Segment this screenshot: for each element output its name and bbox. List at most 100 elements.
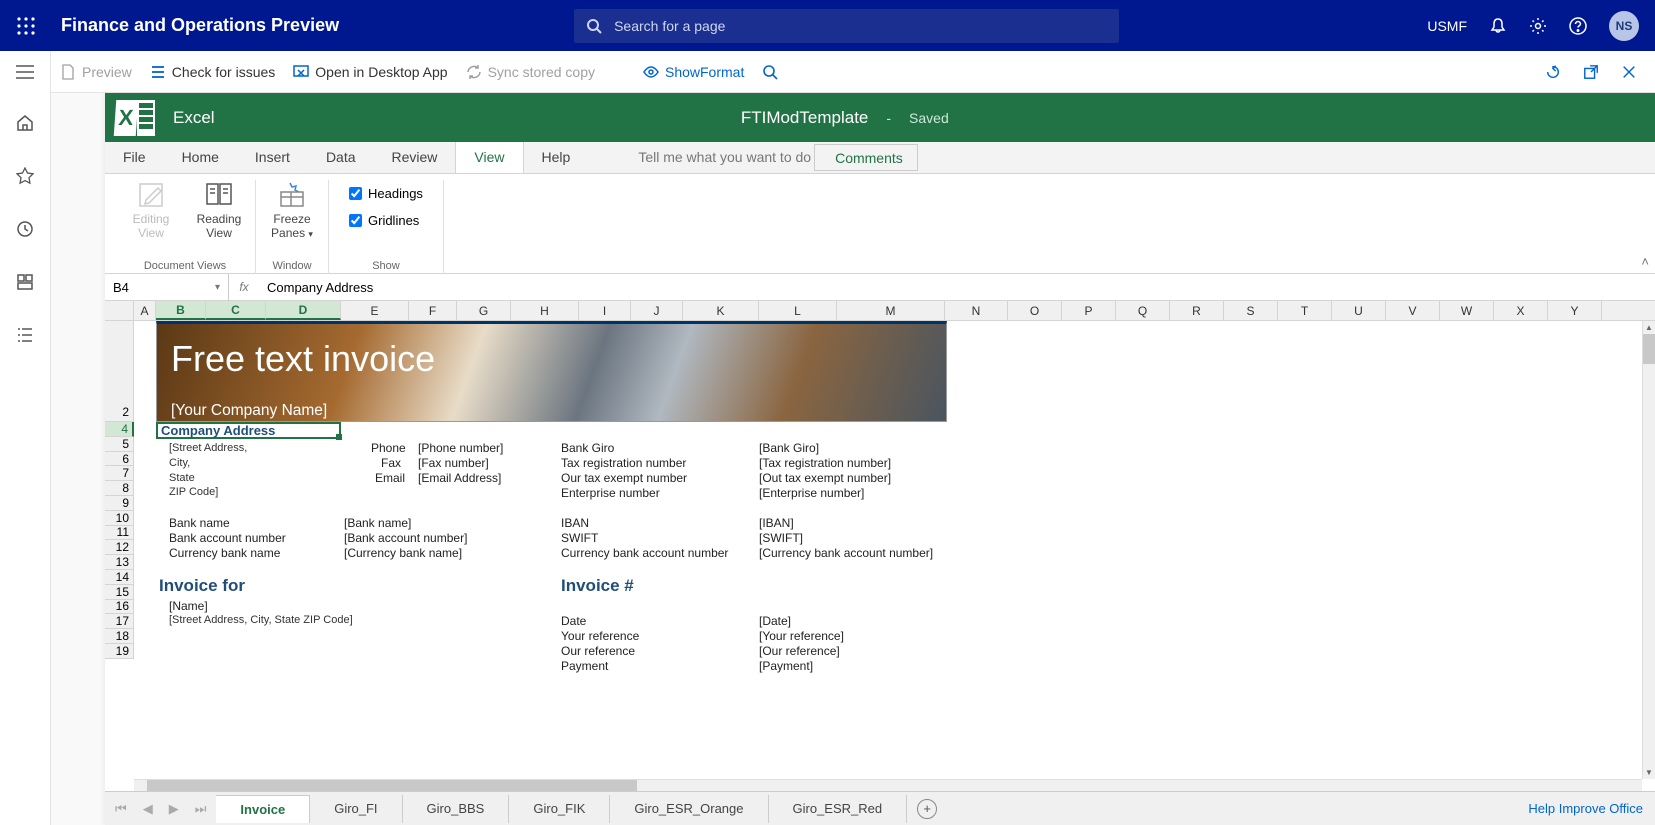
cell-bankacct-label[interactable]: Bank account number [169,531,286,545]
cell-date-value[interactable]: [Date] [759,614,791,628]
bell-icon[interactable] [1489,17,1507,35]
cell-bankname-value[interactable]: [Bank name] [344,516,411,530]
col-header-M[interactable]: M [837,301,945,320]
document-name[interactable]: FTIModTemplate [741,108,869,128]
col-header-V[interactable]: V [1386,301,1440,320]
headings-checkbox[interactable]: Headings [349,186,423,201]
sheet-nav-last[interactable]: ⏭ [195,801,207,817]
editing-view-button[interactable]: Editing View [123,180,179,240]
sheet-tab-giro_esr_orange[interactable]: Giro_ESR_Orange [610,795,768,823]
gear-icon[interactable] [1529,17,1547,35]
row-header-5[interactable]: 5 [105,437,134,452]
cell-curbankname-value[interactable]: [Currency bank name] [344,546,462,560]
popout-button[interactable] [1583,64,1599,80]
col-header-U[interactable]: U [1332,301,1386,320]
col-header-C[interactable]: C [206,301,266,320]
tab-insert[interactable]: Insert [237,142,308,173]
horizontal-scrollbar[interactable] [134,779,1642,791]
add-sheet-button[interactable]: + [917,799,937,819]
tab-help[interactable]: Help [524,142,589,173]
row-header-14[interactable]: 14 [105,570,134,585]
row-headers[interactable]: 245678910111213141516171819 [105,321,134,659]
row-header-12[interactable]: 12 [105,540,134,555]
workspaces-nav[interactable] [16,273,34,296]
col-header-L[interactable]: L [759,301,837,320]
hscroll-thumb[interactable] [147,780,637,791]
cell-iban-label[interactable]: IBAN [561,516,589,530]
formula-input[interactable]: Company Address [259,280,373,295]
row-header-11[interactable]: 11 [105,526,134,541]
reading-view-button[interactable]: Reading View [191,180,247,240]
row-header-10[interactable]: 10 [105,511,134,526]
fx-button[interactable]: fx [229,280,259,294]
app-launcher-button[interactable] [0,17,51,35]
tab-home[interactable]: Home [164,142,237,173]
sheet-tab-giro_fik[interactable]: Giro_FIK [509,795,610,823]
col-header-J[interactable]: J [631,301,683,320]
modules-nav[interactable] [16,326,34,349]
select-all-cells[interactable] [105,301,134,321]
cell-swift-label[interactable]: SWIFT [561,531,598,545]
cell-bankname-label[interactable]: Bank name [169,516,230,530]
col-header-H[interactable]: H [511,301,579,320]
cell-iban-value[interactable]: [IBAN] [759,516,794,530]
cell-invoice-for-header[interactable]: Invoice for [159,576,245,596]
row-header-7[interactable]: 7 [105,466,134,481]
close-button[interactable] [1621,64,1637,80]
preview-button[interactable]: Preview [60,64,132,80]
sheet-nav-prev[interactable]: ◀ [143,801,153,817]
refresh-button[interactable] [1545,64,1561,80]
col-header-Y[interactable]: Y [1548,301,1602,320]
cell-phone-label[interactable]: Phone [371,441,406,455]
col-header-X[interactable]: X [1494,301,1548,320]
tab-data[interactable]: Data [308,142,374,173]
nav-hamburger-button[interactable] [16,65,34,84]
col-header-O[interactable]: O [1008,301,1062,320]
cell-buyer-name[interactable]: [Name] [169,599,208,613]
cell-bankgiro-value[interactable]: [Bank Giro] [759,441,819,455]
search-command[interactable] [762,64,778,80]
legal-entity-selector[interactable]: USMF [1427,18,1467,34]
sheet-tab-giro_bbs[interactable]: Giro_BBS [403,795,510,823]
cell-taxreg-value[interactable]: [Tax registration number] [759,456,891,470]
col-header-A[interactable]: A [134,301,156,320]
col-header-K[interactable]: K [683,301,759,320]
collapse-ribbon-button[interactable]: ˄ [1641,254,1649,269]
sheet-nav-first[interactable]: ⏮ [115,801,127,817]
col-header-G[interactable]: G [457,301,511,320]
row-header-17[interactable]: 17 [105,614,134,629]
cell-bankacct-value[interactable]: [Bank account number] [344,531,467,545]
name-box[interactable]: B4▾ [105,274,229,301]
col-header-N[interactable]: N [945,301,1008,320]
cell-payment-value[interactable]: [Payment] [759,659,813,673]
cell-payment-label[interactable]: Payment [561,659,608,673]
fill-handle[interactable] [336,434,342,440]
cell-invoice-num-header[interactable]: Invoice # [561,576,634,596]
row-header-9[interactable]: 9 [105,496,134,511]
row-header-13[interactable]: 13 [105,555,134,570]
cell-bankgiro-label[interactable]: Bank Giro [561,441,614,455]
cell-fax-value[interactable]: [Fax number] [418,456,489,470]
sheet-tab-giro_esr_red[interactable]: Giro_ESR_Red [769,795,908,823]
col-header-B[interactable]: B [156,301,206,320]
cell-curbankacct-value[interactable]: [Currency bank account number] [759,546,933,560]
gridlines-checkbox[interactable]: Gridlines [349,213,423,228]
vertical-scrollbar[interactable]: ▲ ▼ [1642,321,1655,779]
col-header-Q[interactable]: Q [1116,301,1170,320]
cell-phone-value[interactable]: [Phone number] [418,441,503,455]
row-header-16[interactable]: 16 [105,600,134,615]
comments-button[interactable]: Comments [814,144,918,171]
freeze-panes-button[interactable]: Freeze Panes ▾ [264,180,320,241]
tell-me-input[interactable]: Tell me what you want to do [638,142,811,173]
cell-ourtax-label[interactable]: Our tax exempt number [561,471,687,485]
tab-view[interactable]: View [455,142,523,173]
sheet-tab-giro_fi[interactable]: Giro_FI [310,795,402,823]
col-header-T[interactable]: T [1278,301,1332,320]
col-header-P[interactable]: P [1062,301,1116,320]
cell-yref-value[interactable]: [Your reference] [759,629,844,643]
cell-ourtax-value[interactable]: [Out tax exempt number] [759,471,891,485]
col-header-D[interactable]: D [266,301,341,320]
tab-review[interactable]: Review [374,142,456,173]
sheet-tab-invoice[interactable]: Invoice [216,795,310,823]
cell-street-address[interactable]: [Street Address, City, State ZIP Code] [169,441,247,500]
